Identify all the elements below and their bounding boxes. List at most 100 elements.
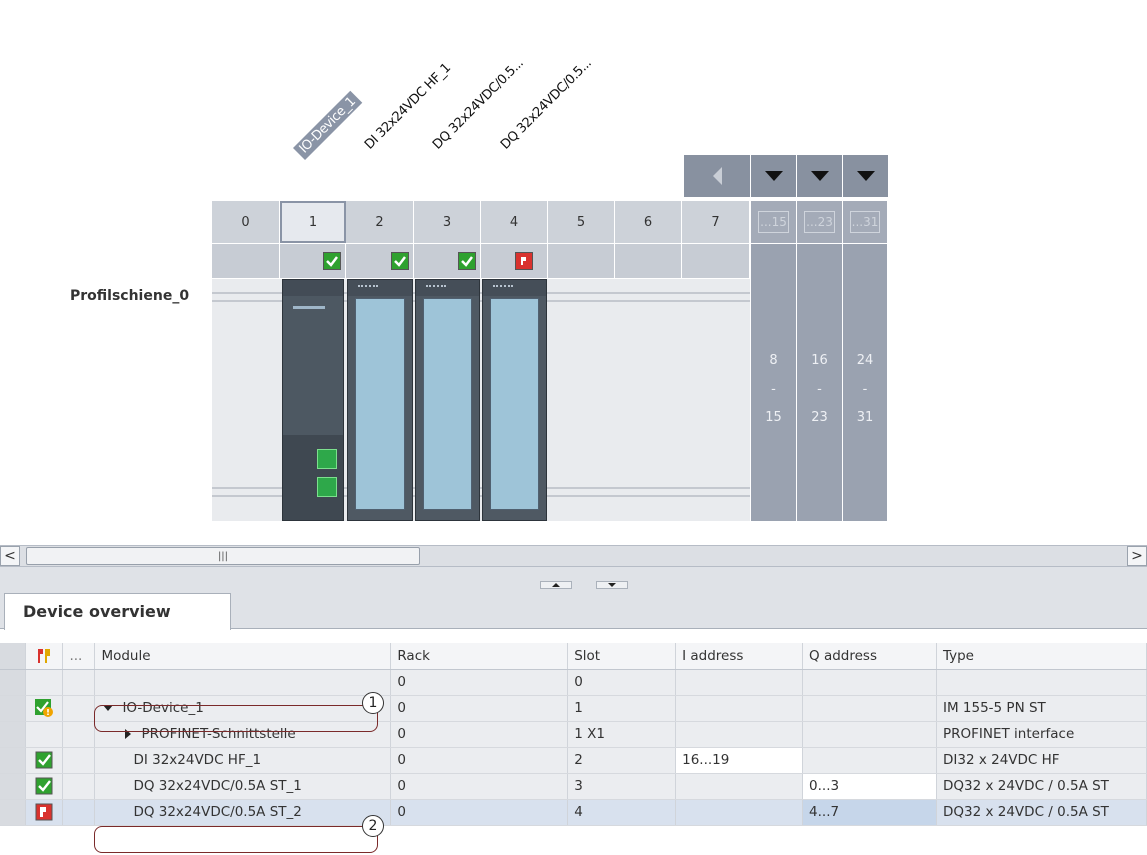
triangle-down-icon (608, 583, 616, 587)
ok-icon (35, 751, 53, 769)
status-cell-3 (414, 244, 481, 278)
q-address-cell[interactable]: 0...3 (802, 773, 937, 800)
rack-cell[interactable]: 0 (390, 773, 569, 800)
slot-cell[interactable]: 1 (567, 695, 677, 722)
type-cell: PROFINET interface (936, 721, 1147, 748)
slot-cell[interactable]: 4 (567, 799, 677, 826)
more-cell (62, 773, 96, 800)
row-gutter (0, 721, 27, 748)
module-label-io-device[interactable]: IO-Device_1 (293, 90, 363, 161)
slot-5[interactable]: 5 (548, 201, 615, 243)
more-cell (62, 799, 96, 826)
i-address-cell[interactable] (675, 799, 804, 826)
row-gutter (0, 669, 27, 696)
splitter-down-button[interactable] (596, 581, 628, 589)
error-icon (515, 252, 533, 270)
module-cell[interactable]: DI 32x24VDC HF_1 (94, 747, 392, 774)
status-cell (25, 721, 64, 748)
tab-device-overview[interactable]: Device overview (4, 593, 231, 630)
ext-slot-15[interactable]: ...15 (751, 201, 797, 243)
signal-module-dq-1[interactable] (415, 279, 480, 521)
slot-2[interactable]: 2 (346, 201, 414, 243)
slot-cell[interactable]: 1 X1 (567, 721, 677, 748)
ext-column-8-15[interactable]: 8 - 15 (751, 244, 797, 521)
status-cell-2 (346, 244, 414, 278)
more-cell (62, 747, 96, 774)
i-address-cell[interactable] (675, 773, 804, 800)
status-cell (25, 773, 64, 800)
q-address-cell[interactable] (802, 721, 937, 748)
triangle-up-icon (552, 583, 560, 587)
ethernet-port-icon (317, 449, 337, 469)
ext-column-16-23[interactable]: 16 - 23 (797, 244, 843, 521)
diagnostics-header[interactable] (25, 643, 64, 670)
status-cell-4 (481, 244, 548, 278)
signal-module-di[interactable] (347, 279, 413, 521)
triangle-down-icon (764, 171, 783, 181)
column-header-more[interactable]: ... (62, 643, 96, 670)
ok-icon (458, 252, 476, 270)
status-cell (25, 669, 64, 696)
signal-module-dq-2[interactable] (482, 279, 547, 521)
rack-cell[interactable]: 0 (390, 721, 569, 748)
triangle-left-icon (712, 167, 722, 185)
panel-splitter[interactable] (0, 567, 1147, 589)
row-gutter (0, 643, 27, 670)
rack-cell[interactable]: 0 (390, 747, 569, 774)
slot-4[interactable]: 4 (481, 201, 548, 243)
table-row-selected[interactable]: DQ 32x24VDC/0.5A ST_2 0 4 4...7 DQ32 x 2… (0, 799, 1147, 826)
scroll-right-button[interactable]: > (1127, 546, 1147, 566)
more-cell (62, 721, 96, 748)
column-header-q-address[interactable]: Q address (802, 643, 937, 670)
ext-slot-23[interactable]: ...23 (797, 201, 843, 243)
q-address-cell[interactable] (802, 669, 937, 696)
rack-cell[interactable]: 0 (390, 799, 569, 826)
module-cell[interactable]: DQ 32x24VDC/0.5A ST_2 (94, 799, 392, 826)
module-cell[interactable] (94, 669, 392, 696)
q-address-cell[interactable] (802, 695, 937, 722)
table-row[interactable]: DI 32x24VDC HF_1 0 2 16...19 DI32 x 24VD… (0, 747, 1147, 774)
status-cell (25, 747, 64, 774)
column-header-rack[interactable]: Rack (390, 643, 569, 670)
q-address-cell[interactable] (802, 747, 937, 774)
interface-module[interactable] (282, 279, 344, 521)
collapse-left-button[interactable] (684, 155, 750, 197)
scroll-thumb[interactable]: ||| (26, 547, 420, 565)
table-row[interactable]: 0 0 (0, 669, 1147, 696)
slot-3[interactable]: 3 (414, 201, 481, 243)
slot-cell[interactable]: 3 (567, 773, 677, 800)
column-header-type[interactable]: Type (936, 643, 1147, 670)
slot-cell[interactable]: 2 (567, 747, 677, 774)
table-header-row: ... Module Rack Slot I address Q address… (0, 643, 1147, 670)
slot-6[interactable]: 6 (615, 201, 682, 243)
table-row[interactable]: DQ 32x24VDC/0.5A ST_1 0 3 0...3 DQ32 x 2… (0, 773, 1147, 800)
i-address-cell[interactable] (675, 669, 804, 696)
slot-1[interactable]: 1 (280, 201, 346, 243)
column-header-module[interactable]: Module (94, 643, 392, 670)
expand-slots-8-15-button[interactable] (751, 155, 796, 197)
ext-column-24-31[interactable]: 24 - 31 (843, 244, 888, 521)
scroll-left-button[interactable]: < (0, 546, 20, 566)
ok-warning-icon (35, 699, 54, 717)
i-address-cell[interactable]: 16...19 (675, 747, 804, 774)
rack-cell[interactable]: 0 (390, 669, 569, 696)
rack-cell[interactable]: 0 (390, 695, 569, 722)
column-header-i-address[interactable]: I address (675, 643, 804, 670)
i-address-cell[interactable] (675, 721, 804, 748)
column-header-slot[interactable]: Slot (567, 643, 677, 670)
splitter-up-button[interactable] (540, 581, 572, 589)
q-address-cell[interactable]: 4...7 (802, 799, 937, 826)
slot-7[interactable]: 7 (682, 201, 750, 243)
i-address-cell[interactable] (675, 695, 804, 722)
module-cell[interactable]: DQ 32x24VDC/0.5A ST_1 (94, 773, 392, 800)
siemens-logo-icon (293, 306, 325, 309)
module-top (283, 280, 343, 296)
status-cell (25, 695, 64, 722)
slot-0[interactable]: 0 (212, 201, 280, 243)
expand-slots-24-31-button[interactable] (843, 155, 888, 197)
expand-slots-16-23-button[interactable] (797, 155, 842, 197)
ext-slot-31[interactable]: ...31 (843, 201, 888, 243)
status-cell-6 (615, 244, 682, 278)
slot-cell[interactable]: 0 (567, 669, 677, 696)
horizontal-scrollbar[interactable]: < ||| > (0, 545, 1147, 567)
